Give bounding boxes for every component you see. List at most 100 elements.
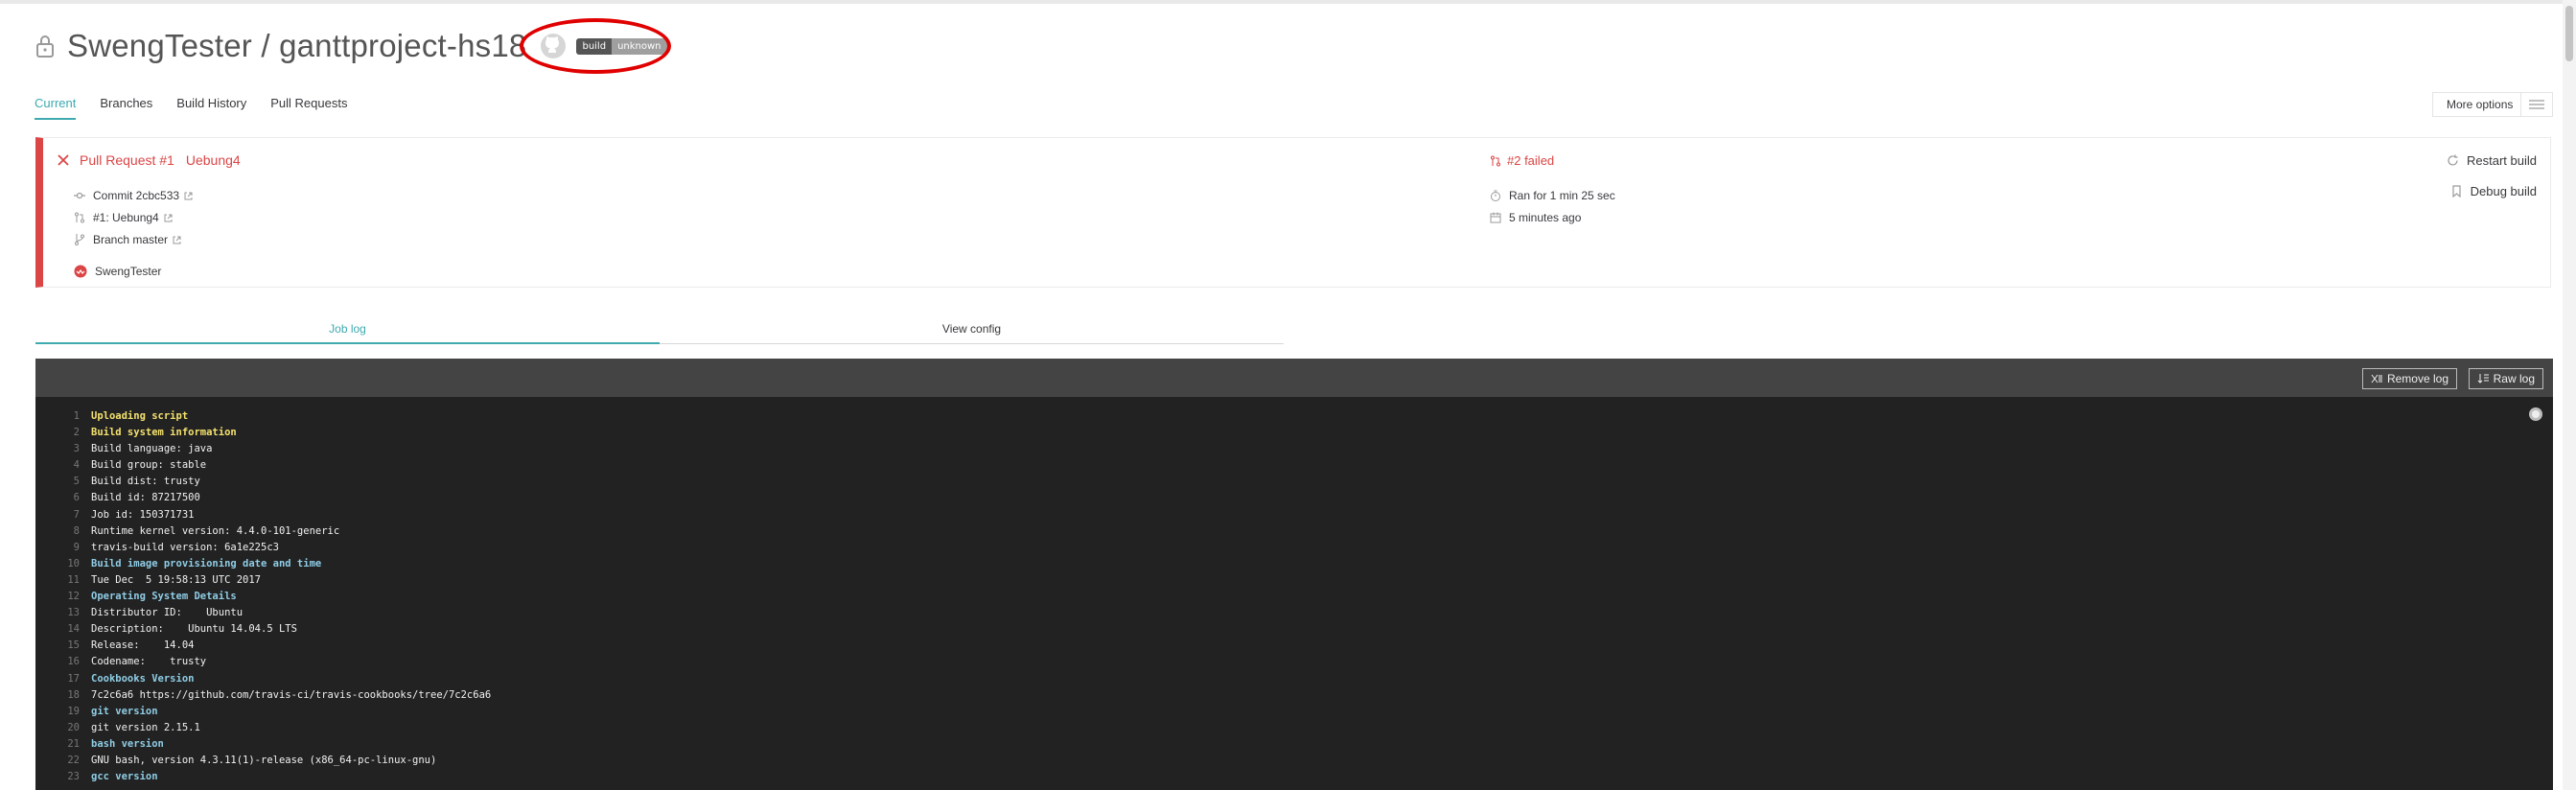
log-line-number[interactable]: 16 — [35, 654, 91, 670]
log-line-number[interactable]: 19 — [35, 704, 91, 720]
log-line-text: Runtime kernel version: 4.4.0-101-generi… — [91, 524, 340, 537]
finished-label: 5 minutes ago — [1509, 211, 1582, 224]
log-line: 18 7c2c6a6 https://github.com/travis-ci/t… — [35, 687, 491, 704]
log-line-number[interactable]: 3 — [35, 441, 91, 457]
log-line: 9 travis-build version: 6a1e225c3 — [35, 540, 491, 556]
external-link-icon — [164, 214, 173, 221]
tab-branches[interactable]: Branches — [100, 96, 152, 120]
log-line-number[interactable]: 8 — [35, 523, 91, 540]
tab-pull-requests[interactable]: Pull Requests — [270, 96, 347, 120]
remove-log-label: Remove log — [2386, 372, 2448, 385]
log-line-text: 7c2c6a6 https://github.com/travis-ci/tra… — [91, 688, 492, 701]
remove-log-button[interactable]: Remove log — [2361, 368, 2457, 389]
log-line-number[interactable]: 6 — [35, 490, 91, 506]
log-line: 16 Codename: trusty — [35, 654, 491, 670]
top-border — [0, 0, 2576, 4]
failed-x-icon — [58, 154, 69, 166]
more-options-button[interactable]: More options — [2432, 92, 2553, 117]
branch-row[interactable]: Branch master — [74, 233, 189, 246]
log-line-text: Tue Dec 5 19:58:13 UTC 2017 — [91, 573, 262, 586]
log-line-text: Description: Ubuntu 14.04.5 LTS — [91, 623, 297, 636]
log-line-number[interactable]: 20 — [35, 720, 91, 736]
log-line-number[interactable]: 7 — [35, 507, 91, 523]
commit-icon — [74, 192, 85, 199]
log-line-number[interactable]: 18 — [35, 687, 91, 704]
log-line-number[interactable]: 9 — [35, 540, 91, 556]
log-line-text: git version — [91, 705, 158, 717]
log-line-number[interactable]: 15 — [35, 638, 91, 654]
author-name: SwengTester — [95, 265, 162, 278]
log-line-number[interactable]: 12 — [35, 589, 91, 605]
tab-job-log[interactable]: Job log — [35, 319, 660, 344]
tab-build-history[interactable]: Build History — [176, 96, 246, 120]
build-status-label: #2 failed — [1507, 153, 1555, 168]
pr-title-line: Pull Request #1 Uebung4 — [57, 152, 241, 168]
tab-current[interactable]: Current — [35, 96, 77, 120]
debug-build-button[interactable]: Debug build — [2450, 184, 2537, 198]
repo-title[interactable]: SwengTester / ganttproject-hs18 — [67, 28, 526, 64]
duration-row: Ran for 1 min 25 sec — [1490, 189, 1615, 202]
pr-ref-row[interactable]: #1: Uebung4 — [74, 211, 180, 224]
log-line: 17 Cookbooks Version — [35, 671, 491, 687]
debug-build-label: Debug build — [2470, 184, 2537, 198]
log-line-text: Build id: 87217500 — [91, 492, 200, 504]
log-line-number[interactable]: 4 — [35, 457, 91, 474]
log-line-text: Uploading script — [91, 410, 189, 422]
duration-label: Ran for 1 min 25 sec — [1509, 189, 1615, 202]
log-line-number[interactable]: 13 — [35, 605, 91, 621]
log-line-number[interactable]: 14 — [35, 621, 91, 638]
pr-ref-label: #1: Uebung4 — [93, 211, 159, 224]
log-line: 1 Uploading script — [35, 408, 491, 425]
build-summary-card: Pull Request #1 Uebung4 Commit 2cbc533 #… — [35, 137, 2551, 288]
log-line-text: git version 2.15.1 — [91, 721, 200, 733]
log-line: 3 Build language: java — [35, 441, 491, 457]
log-line-text: GNU bash, version 4.3.11(1)-release (x86… — [91, 754, 437, 766]
raw-log-icon — [2477, 374, 2489, 383]
branch-icon — [75, 234, 84, 245]
log-line-text: Build language: java — [91, 443, 213, 455]
log-line-number[interactable]: 11 — [35, 572, 91, 589]
log-line-text: Cookbooks Version — [91, 672, 195, 685]
log-line: 12 Operating System Details — [35, 589, 491, 605]
log-line: 11 Tue Dec 5 19:58:13 UTC 2017 — [35, 572, 491, 589]
page-scrollbar[interactable] — [2563, 0, 2576, 790]
restart-icon — [2448, 154, 2458, 166]
pull-request-link[interactable]: Pull Request #1 — [80, 152, 174, 168]
log-line: 10 Build image provisioning date and time — [35, 556, 491, 572]
restart-build-button[interactable]: Restart build — [2447, 153, 2537, 168]
red-annotation-circle — [520, 18, 671, 74]
calendar-icon — [1490, 212, 1501, 223]
pr-branch-name[interactable]: Uebung4 — [186, 152, 241, 168]
branch-label: Branch master — [93, 233, 169, 246]
build-status[interactable]: #2 failed — [1490, 153, 1554, 168]
author-row: SwengTester — [74, 265, 161, 278]
log-line-number[interactable]: 23 — [35, 769, 91, 785]
log-line-number[interactable]: 5 — [35, 474, 91, 490]
log-line: 19 git version — [35, 704, 491, 720]
log-line-number[interactable]: 10 — [35, 556, 91, 572]
log-line: 22 GNU bash, version 4.3.11(1)-release (x… — [35, 753, 491, 769]
lock-icon — [36, 35, 54, 58]
log-line-number[interactable]: 17 — [35, 671, 91, 687]
log-line: 23 gcc version — [35, 769, 491, 785]
pull-request-icon — [75, 212, 84, 223]
follow-log-icon[interactable] — [2528, 407, 2543, 422]
log-line-text: Build group: stable — [91, 459, 207, 472]
log-tabs: Job log View config — [35, 319, 1284, 344]
raw-log-button[interactable]: Raw log — [2468, 368, 2543, 389]
log-line: 6 Build id: 87217500 — [35, 490, 491, 506]
log-line: 7 Job id: 150371731 — [35, 507, 491, 523]
log-line-number[interactable]: 2 — [35, 425, 91, 441]
log-line-text: Codename: trusty — [91, 656, 207, 668]
stopwatch-icon — [1491, 190, 1500, 201]
avatar — [74, 265, 87, 278]
log-line-number[interactable]: 21 — [35, 736, 91, 753]
commit-row[interactable]: Commit 2cbc533 — [74, 189, 200, 202]
log-line: 21 bash version — [35, 736, 491, 753]
log-line-number[interactable]: 1 — [35, 408, 91, 425]
job-log-panel: Remove log Raw log 1 Uploading script 2 Bu… — [35, 359, 2553, 790]
log-line-number[interactable]: 22 — [35, 753, 91, 769]
scrollbar-thumb[interactable] — [2565, 6, 2573, 61]
tab-view-config[interactable]: View config — [660, 319, 1284, 344]
hamburger-icon — [2520, 93, 2552, 116]
